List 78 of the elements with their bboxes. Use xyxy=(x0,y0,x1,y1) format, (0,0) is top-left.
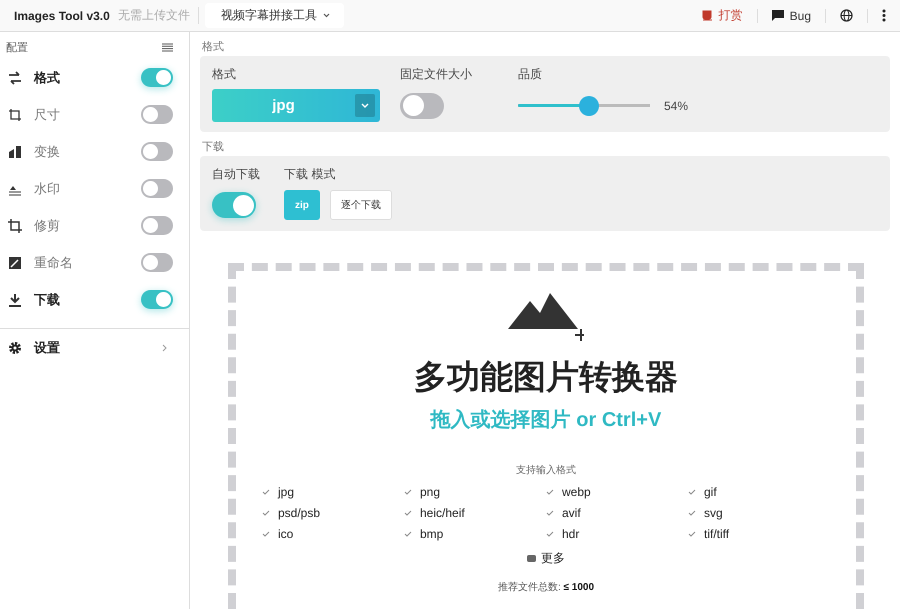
more-vertical-icon xyxy=(882,9,886,22)
sidebar-item[interactable]: 重命名 xyxy=(34,254,141,272)
feature-toggle[interactable] xyxy=(141,216,173,235)
sidebar-item[interactable]: 修剪 xyxy=(34,216,141,234)
mountain-plus-icon xyxy=(508,291,584,343)
slider-thumb[interactable] xyxy=(579,96,600,116)
check-icon xyxy=(688,489,696,495)
check-icon xyxy=(262,510,270,516)
quality-reading: 54% xyxy=(664,98,688,112)
zone-title: 多功能图片转换器 xyxy=(414,357,678,397)
format-item: psd/psb xyxy=(278,506,320,520)
format-item: heic/heif xyxy=(420,506,465,520)
file-limit-text: 推荐文件总数: ≤ 1000 xyxy=(498,580,594,594)
format-item: avif xyxy=(562,506,581,520)
format-item: gif xyxy=(704,485,717,499)
mode-button[interactable]: 逐个下载 xyxy=(330,190,392,220)
chevron-down-icon xyxy=(322,13,330,18)
check-icon xyxy=(546,531,554,537)
check-icon xyxy=(404,510,412,516)
download-icon xyxy=(8,292,22,306)
feature-toggle[interactable] xyxy=(141,253,173,272)
format-item: hdr xyxy=(562,527,580,541)
format-item: png xyxy=(420,485,440,499)
sidebar-item[interactable]: 水印 xyxy=(34,180,141,198)
tool-menu[interactable]: 视频字幕拼接工具 xyxy=(204,3,344,28)
bug-link[interactable]: Bug xyxy=(758,8,826,22)
app-name: Images Tool v3.0 xyxy=(14,8,110,22)
sidebar-item[interactable]: 下载 xyxy=(34,290,141,308)
format-item: ico xyxy=(278,527,294,541)
crop-icon xyxy=(8,218,22,232)
field-label: 固定文件大小 xyxy=(400,66,472,83)
fixed-size-toggle[interactable] xyxy=(400,92,444,118)
format-item: jpg xyxy=(278,485,294,499)
swap-icon xyxy=(8,70,22,84)
cup-icon xyxy=(702,10,713,21)
tagline: 无需上传文件 xyxy=(118,7,199,24)
chevron-down-icon xyxy=(361,103,369,108)
feature-toggle[interactable] xyxy=(141,105,173,124)
formats-label: 支持输入格式 xyxy=(516,464,576,477)
field-label: 格式 xyxy=(212,66,237,83)
chevron-right-icon xyxy=(162,344,167,352)
check-icon xyxy=(404,531,412,537)
format-item: svg xyxy=(704,506,723,520)
globe-icon xyxy=(840,9,853,22)
resize-icon xyxy=(8,108,22,122)
more-formats-button[interactable]: 更多 xyxy=(521,549,571,568)
field-label: 自动下载 xyxy=(212,166,260,183)
field-label: 下载 模式 xyxy=(284,166,336,183)
sidebar-item[interactable]: 格式 xyxy=(34,68,141,86)
section-title: 格式 xyxy=(201,40,225,55)
chat-icon xyxy=(772,10,784,21)
sidebar-item[interactable]: 尺寸 xyxy=(34,106,141,124)
edit-icon xyxy=(8,256,22,270)
check-icon xyxy=(688,531,696,537)
check-icon xyxy=(546,510,554,516)
format-item: bmp xyxy=(420,527,444,541)
drop-zone[interactable]: 多功能图片转换器 拖入或选择图片 or Ctrl+V 支持输入格式 jpg png webp gif psd/psb heic/heif avif svg ico bmp hdr tif/tiff 更多 推荐文件总数: ≤ 1000 xyxy=(228,263,864,609)
check-icon xyxy=(688,510,696,516)
settings-item[interactable]: 设置 xyxy=(0,329,189,367)
section-title: 下载 xyxy=(201,140,225,155)
sidebar-title: 配置 xyxy=(6,40,28,54)
check-icon xyxy=(262,489,270,495)
settings-icon xyxy=(8,341,22,355)
sidebar-item[interactable]: 变换 xyxy=(34,142,141,160)
feature-toggle[interactable] xyxy=(141,68,173,87)
donate-link[interactable]: 打赏 xyxy=(688,8,758,22)
check-icon xyxy=(546,489,554,495)
format-item: webp xyxy=(562,485,591,499)
auto-download-toggle[interactable] xyxy=(212,192,256,218)
field-label: 品质 xyxy=(518,66,543,83)
feature-toggle[interactable] xyxy=(141,290,173,309)
menu-icon[interactable] xyxy=(162,42,173,52)
format-item: tif/tiff xyxy=(704,527,730,541)
check-icon xyxy=(262,531,270,537)
feature-toggle[interactable] xyxy=(141,142,173,161)
zone-subtitle: 拖入或选择图片 or Ctrl+V xyxy=(430,408,662,433)
check-icon xyxy=(404,489,412,495)
feature-toggle[interactable] xyxy=(141,179,173,198)
